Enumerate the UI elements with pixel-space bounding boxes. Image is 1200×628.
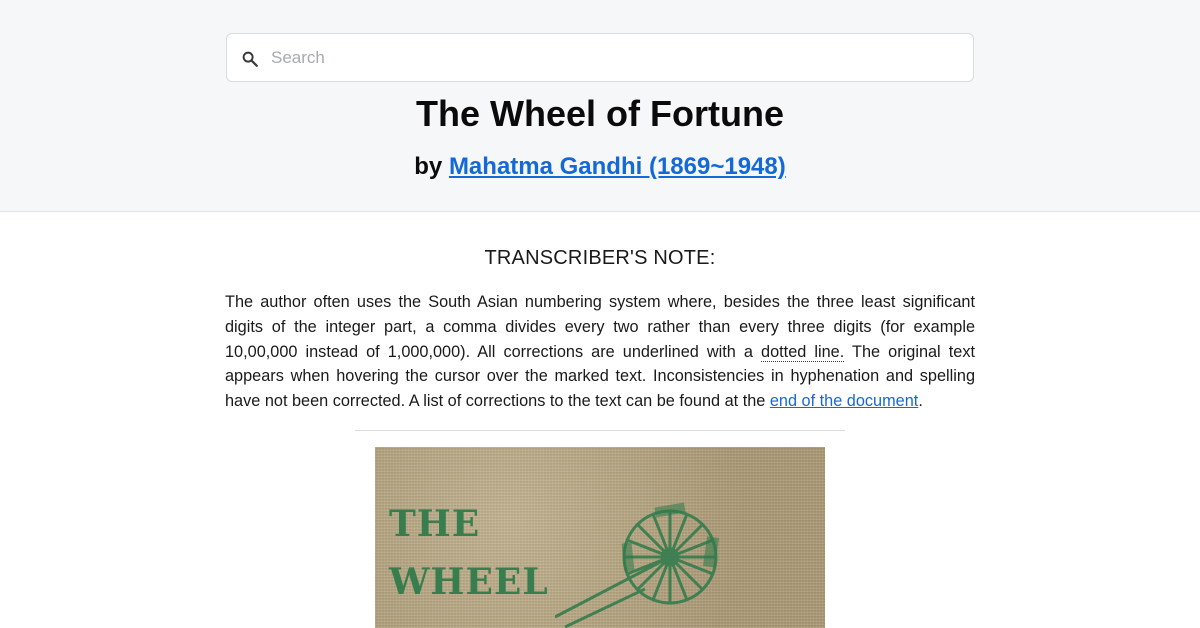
- spinning-wheel-icon: [555, 502, 720, 628]
- search-icon: [242, 51, 258, 67]
- cover-title-line1: THE: [389, 503, 481, 545]
- byline-prefix: by: [414, 153, 443, 180]
- note-text-end: .: [918, 392, 923, 411]
- end-of-document-link[interactable]: end of the document: [770, 392, 918, 410]
- transcriber-note-text: The author often uses the South Asian nu…: [225, 290, 975, 414]
- cover-title-line2: WHEEL: [389, 561, 549, 603]
- cover-image: THE WHEEL: [375, 447, 825, 628]
- dotted-line-sample[interactable]: dotted line.: [761, 342, 845, 362]
- transcriber-note-heading: TRANSCRIBER'S NOTE:: [484, 247, 716, 269]
- page-title: The Wheel of Fortune: [416, 93, 784, 134]
- search-box[interactable]: [226, 33, 974, 82]
- search-input[interactable]: [271, 34, 961, 81]
- divider: [355, 430, 845, 431]
- byline: by Mahatma Gandhi (1869~1948): [0, 151, 1200, 183]
- page-header: The Wheel of Fortune by Mahatma Gandhi (…: [0, 0, 1200, 212]
- author-link[interactable]: Mahatma Gandhi (1869~1948): [449, 153, 786, 180]
